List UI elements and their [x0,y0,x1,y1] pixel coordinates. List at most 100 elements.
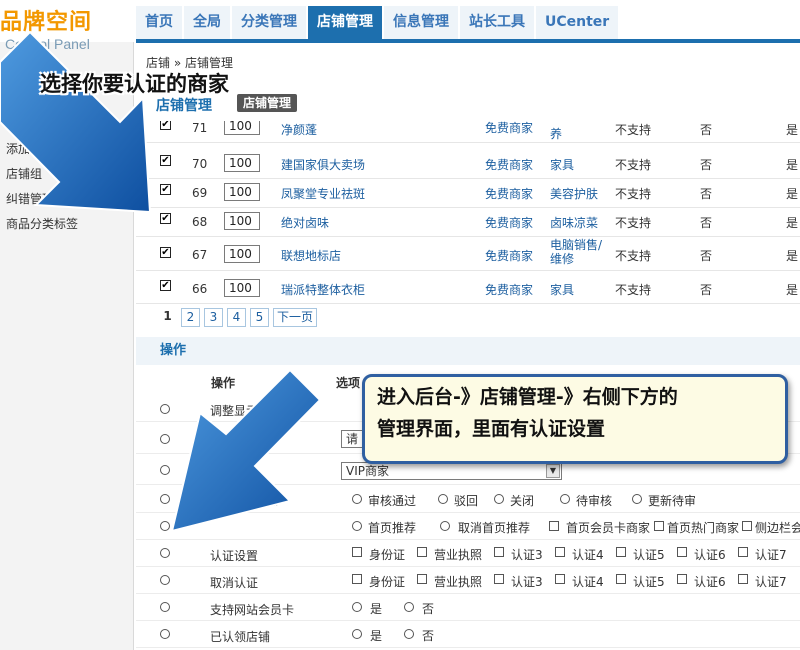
store-name-link[interactable]: 建国家俱大卖场 [281,156,365,173]
page-5[interactable]: 5 [250,308,269,327]
tab-ucenter[interactable]: UCenter [536,6,619,39]
recommend-radio-home[interactable] [352,521,362,531]
section-badge[interactable]: 店铺管理 [237,94,298,112]
store-name-link[interactable]: 瑞派特整体衣柜 [281,281,365,298]
claimed-radio-no[interactable] [404,629,414,639]
op-radio[interactable] [160,521,170,531]
uncert-check-id-card[interactable] [352,574,362,584]
store-support: 不支持 [615,249,652,263]
cert-label-4: 认证4 [572,548,604,562]
tab-home[interactable]: 首页 [136,6,182,39]
store-name-link[interactable]: 绝对卤味 [281,214,329,231]
op-label: 调整显示 [210,404,259,418]
op-row-recommend: 首页推荐 取消首页推荐 首页会员卡商家 首页热门商家 侧边栏会 [136,513,800,540]
row-checkbox[interactable]: ✔ [160,121,171,130]
sidebar-item-add-store[interactable]: 添加店铺 [6,140,54,157]
uncert-check-6[interactable] [677,574,687,584]
op-radio[interactable] [160,404,170,414]
cert-check-6[interactable] [677,547,687,557]
uncert-check-7[interactable] [738,574,748,584]
op-radio[interactable] [160,465,170,475]
check-sidebar[interactable] [742,521,752,531]
recommend-label-cancel: 取消首页推荐 [458,521,531,535]
order-input[interactable] [224,154,260,172]
tab-webmaster-tools[interactable]: 站长工具 [460,6,534,39]
order-input[interactable] [224,245,260,263]
claimed-label-no: 否 [422,629,435,643]
tab-category[interactable]: 分类管理 [232,6,306,39]
op-radio[interactable] [160,629,170,639]
card-radio-no[interactable] [404,602,414,612]
vip-select[interactable]: VIP商家 ▼ [341,462,562,480]
store-name-link[interactable]: 净颜蓬 [281,121,317,138]
tab-store-management[interactable]: 店铺管理 [308,6,382,41]
status-radio-pending[interactable] [560,494,570,504]
store-category[interactable]: 卤味凉菜 [550,214,598,231]
recommend-radio-cancel[interactable] [440,521,450,531]
op-radio[interactable] [160,434,170,444]
page-3[interactable]: 3 [204,308,223,327]
page-2[interactable]: 2 [181,308,200,327]
uncert-check-license[interactable] [417,574,427,584]
status-radio-update-pending[interactable] [632,494,642,504]
check-home-member-card[interactable] [549,521,559,531]
order-input[interactable] [224,212,260,230]
order-input[interactable] [224,279,260,297]
op-radio[interactable] [160,602,170,612]
uncert-check-5[interactable] [616,574,626,584]
status-radio-close[interactable] [494,494,504,504]
cert-check-4[interactable] [555,547,565,557]
cert-check-3[interactable] [494,547,504,557]
cert-label-id-card: 身份证 [369,548,406,562]
store-name-link[interactable]: 凤聚堂专业祛斑 [281,185,365,202]
status-radio-approve[interactable] [352,494,362,504]
row-checkbox[interactable]: ✔ [160,280,171,291]
cert-check-id-card[interactable] [352,547,362,557]
vip-select-value: VIP商家 [346,464,389,478]
sidebar-item-corrections[interactable]: 纠错管理 [6,190,54,207]
ops-section-title: 操作 [136,337,800,365]
store-category[interactable]: 养 [550,125,562,142]
store-id: 70 [192,157,208,171]
annotation-callout: 进入后台-》店铺管理-》右侧下方的 管理界面，里面有认证设置 [362,374,788,464]
sidebar-item-product-tags[interactable]: 商品分类标签 [6,215,78,232]
recommend-label-home: 首页推荐 [368,521,417,535]
store-category[interactable]: 家具 [550,281,574,298]
sidebar: Control Panel 入驻 添加店铺 店铺组 纠错管理 商品分类标签 [0,36,134,650]
store-category[interactable]: 美容护肤 [550,185,598,202]
order-input[interactable] [224,183,260,201]
card-radio-yes[interactable] [352,602,362,612]
store-name-link[interactable]: 联想地标店 [281,247,341,264]
row-checkbox[interactable]: ✔ [160,247,171,258]
cert-check-5[interactable] [616,547,626,557]
row-checkbox[interactable]: ✔ [160,155,171,166]
store-support: 不支持 [615,158,652,172]
row-checkbox[interactable]: ✔ [160,213,171,224]
op-radio[interactable] [160,548,170,558]
op-label: 批量 [210,434,235,448]
table-row: ✔ 69 凤聚堂专业祛斑 免费商家 美容护肤 不支持 否 是 [136,176,800,208]
order-input[interactable] [224,121,260,135]
store-type: 免费商家 [485,283,534,297]
op-row-member-card: 支持网站会员卡 是 否 [136,594,800,621]
next-page-link[interactable]: 下一页 [273,308,318,327]
store-category[interactable]: 电脑销售/维修 [550,238,610,266]
uncert-check-4[interactable] [555,574,565,584]
cert-check-7[interactable] [738,547,748,557]
claimed-radio-yes[interactable] [352,629,362,639]
cert-check-license[interactable] [417,547,427,557]
check-home-hot[interactable] [654,521,664,531]
page-4[interactable]: 4 [227,308,246,327]
store-last: 是 [786,187,799,201]
store-category[interactable]: 家具 [550,156,574,173]
header: 品牌空间 首页 全局 分类管理 店铺管理 信息管理 站长工具 UCenter [0,0,800,43]
op-radio[interactable] [160,494,170,504]
op-radio[interactable] [160,575,170,585]
uncert-check-3[interactable] [494,574,504,584]
sidebar-item-settle[interactable]: 入驻 [6,115,30,132]
tab-info-management[interactable]: 信息管理 [384,6,458,39]
tab-global[interactable]: 全局 [184,6,230,39]
sidebar-item-store-group[interactable]: 店铺组 [6,165,42,182]
row-checkbox[interactable]: ✔ [160,184,171,195]
status-radio-reject[interactable] [438,494,448,504]
